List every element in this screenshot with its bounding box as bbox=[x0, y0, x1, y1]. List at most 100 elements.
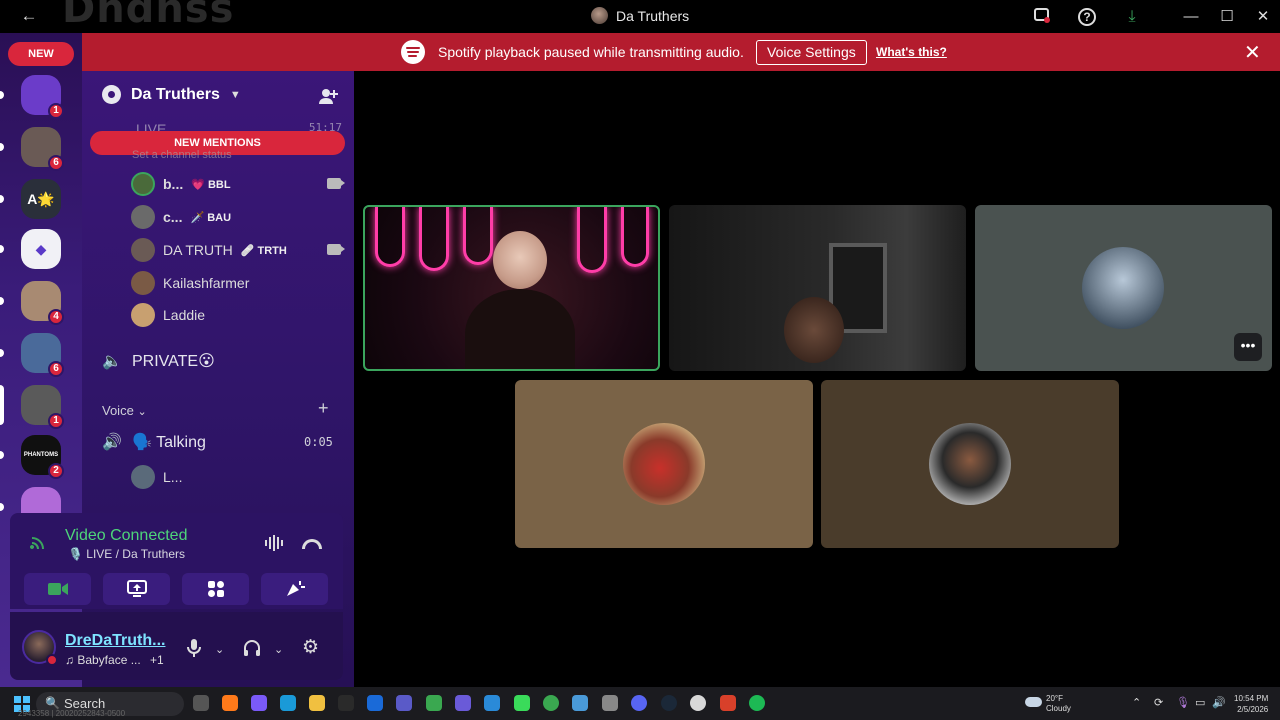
sync-icon[interactable]: ⟳ bbox=[1154, 696, 1163, 709]
voice-member[interactable]: b... 💗 BBL bbox=[131, 171, 345, 197]
add-channel-icon[interactable]: + bbox=[318, 398, 329, 419]
voice-member[interactable]: c... 🗡️ BAU bbox=[131, 204, 341, 230]
mention-badge: 1 bbox=[48, 413, 64, 429]
maximize-icon[interactable]: ☐ bbox=[1216, 6, 1238, 28]
firefox-icon[interactable] bbox=[222, 695, 238, 711]
file-explorer-icon[interactable] bbox=[309, 695, 325, 711]
server-icon-1[interactable]: 1 bbox=[21, 75, 64, 119]
channel-status-hint[interactable]: Set a channel status bbox=[132, 149, 232, 161]
video-tile-avatar-kailashfarmer[interactable] bbox=[515, 380, 813, 548]
noise-suppression-icon[interactable] bbox=[264, 535, 286, 556]
channel-private[interactable]: 🔈 PRIVATE😮 bbox=[102, 351, 215, 371]
spotify-notice-banner: Spotify playback paused while transmitti… bbox=[82, 33, 1280, 71]
minimize-icon[interactable]: — bbox=[1180, 6, 1202, 28]
server-unread-pip bbox=[0, 245, 4, 253]
headphones-icon[interactable] bbox=[243, 639, 261, 662]
voice-category-label: Voice bbox=[102, 403, 134, 418]
copilot-icon[interactable] bbox=[251, 695, 267, 711]
video-tile-avatar-city[interactable]: ••• bbox=[975, 205, 1272, 371]
app-icon-purple[interactable] bbox=[455, 695, 471, 711]
download-icon[interactable]: ⤓ bbox=[1121, 6, 1143, 28]
microphone-tray-icon[interactable]: 🎙 bbox=[1176, 696, 1190, 709]
disconnect-icon[interactable] bbox=[302, 539, 322, 549]
voice-connection-panel: Video Connected 🎙️ LIVE / Da Truthers bbox=[10, 513, 343, 609]
private-channel-name: PRIVATE😮 bbox=[132, 353, 215, 370]
video-tile-avatar-athlete[interactable] bbox=[821, 380, 1119, 548]
member-name: Kailashfarmer bbox=[163, 275, 250, 291]
channel-talking[interactable]: 🔊 🗣️ Talking bbox=[102, 432, 206, 452]
video-tile-webcam[interactable] bbox=[669, 205, 966, 371]
camera-button[interactable] bbox=[24, 573, 91, 605]
signal-icon[interactable] bbox=[30, 535, 48, 556]
app-icon-kick[interactable] bbox=[514, 695, 530, 711]
avatar bbox=[131, 238, 155, 262]
video-tile-streamer[interactable] bbox=[363, 205, 660, 371]
server-icon-4[interactable]: ◆ bbox=[21, 229, 61, 269]
voice-member[interactable]: Laddie bbox=[131, 302, 341, 328]
voice-settings-button[interactable]: Voice Settings bbox=[756, 40, 867, 65]
chevron-down-icon: ▼ bbox=[229, 88, 241, 101]
app-icon-blue[interactable] bbox=[484, 695, 500, 711]
server-initials: A🌟 bbox=[27, 191, 55, 207]
chrome-icon[interactable] bbox=[690, 695, 706, 711]
xbox-icon[interactable] bbox=[543, 695, 559, 711]
teams-icon[interactable] bbox=[396, 695, 412, 711]
edge-icon[interactable] bbox=[280, 695, 296, 711]
invite-member-icon[interactable] bbox=[318, 87, 338, 110]
steam-icon[interactable] bbox=[661, 695, 677, 711]
voice-status[interactable]: Video Connected bbox=[65, 527, 187, 545]
more-options-button[interactable]: ••• bbox=[1234, 333, 1262, 361]
help-icon[interactable]: ? bbox=[1078, 8, 1096, 26]
voice-channel-path[interactable]: 🎙️ LIVE / Da Truthers bbox=[68, 547, 185, 561]
banner-close-icon[interactable]: ✕ bbox=[1244, 40, 1261, 65]
server-icon-2[interactable]: 6 bbox=[21, 127, 64, 171]
banner-message: Spotify playback paused while transmitti… bbox=[438, 44, 744, 60]
volume-icon[interactable]: 🔊 bbox=[1212, 696, 1226, 709]
photos-icon[interactable] bbox=[572, 695, 588, 711]
back-arrow-icon[interactable]: ← bbox=[16, 6, 42, 26]
activity-text: ♫ Babyface ... bbox=[65, 653, 141, 667]
app-icon-red[interactable] bbox=[720, 695, 736, 711]
server-unread-pip bbox=[0, 385, 4, 425]
clock[interactable]: 10:54 PM 2/5/2026 bbox=[1234, 693, 1268, 715]
discord-icon[interactable] bbox=[631, 695, 647, 711]
network-icon[interactable]: ▭ bbox=[1195, 696, 1205, 709]
voice-member[interactable]: Kailashfarmer bbox=[131, 270, 341, 296]
person-face bbox=[784, 297, 844, 363]
voice-category[interactable]: Voice ⌄ bbox=[102, 403, 147, 418]
server-header[interactable]: Da Truthers ▼ bbox=[102, 85, 241, 104]
app-icon-green[interactable] bbox=[426, 695, 442, 711]
mention-badge: 2 bbox=[48, 463, 64, 479]
outlook-icon[interactable] bbox=[367, 695, 383, 711]
server-icon-8[interactable]: PHANTOMS 2 bbox=[21, 435, 64, 479]
microphone-icon[interactable] bbox=[187, 639, 201, 662]
settings-gear-icon[interactable]: ⚙ bbox=[302, 636, 319, 659]
task-view-icon[interactable] bbox=[193, 695, 209, 711]
mention-badge: 6 bbox=[48, 155, 64, 171]
new-unread-pill[interactable]: NEW bbox=[8, 42, 74, 66]
chevron-down-icon[interactable]: ⌄ bbox=[215, 643, 224, 656]
soundboard-button[interactable] bbox=[261, 573, 328, 605]
server-icon-3[interactable]: A🌟 bbox=[21, 179, 61, 219]
spotify-icon[interactable] bbox=[749, 695, 765, 711]
settings-icon[interactable] bbox=[602, 695, 618, 711]
weather[interactable]: 20°F Cloudy bbox=[1046, 694, 1071, 714]
server-icon-7[interactable]: 1 bbox=[21, 385, 64, 429]
member-name: c... bbox=[163, 209, 183, 225]
chevron-up-icon[interactable]: ⌃ bbox=[1132, 696, 1141, 709]
activity-extra: +1 bbox=[150, 653, 164, 667]
server-icon-6[interactable]: 6 bbox=[21, 333, 64, 377]
window-title: Da Truthers bbox=[591, 7, 689, 24]
close-window-icon[interactable]: ✕ bbox=[1252, 6, 1274, 28]
whats-this-link[interactable]: What's this? bbox=[876, 45, 947, 59]
activities-button[interactable] bbox=[182, 573, 249, 605]
voice-member[interactable]: DA TRUTH 🩹 TRTH bbox=[131, 237, 345, 263]
store-icon[interactable] bbox=[338, 695, 354, 711]
talking-member[interactable]: L... bbox=[131, 464, 341, 490]
server-avatar: A🌟 bbox=[21, 179, 61, 219]
server-icon-5[interactable]: 4 bbox=[21, 281, 64, 325]
screen-share-button[interactable] bbox=[103, 573, 170, 605]
username[interactable]: DreDaTruth... bbox=[65, 632, 165, 650]
chevron-down-icon[interactable]: ⌄ bbox=[274, 643, 283, 656]
screen-share-icon[interactable] bbox=[1031, 6, 1053, 28]
